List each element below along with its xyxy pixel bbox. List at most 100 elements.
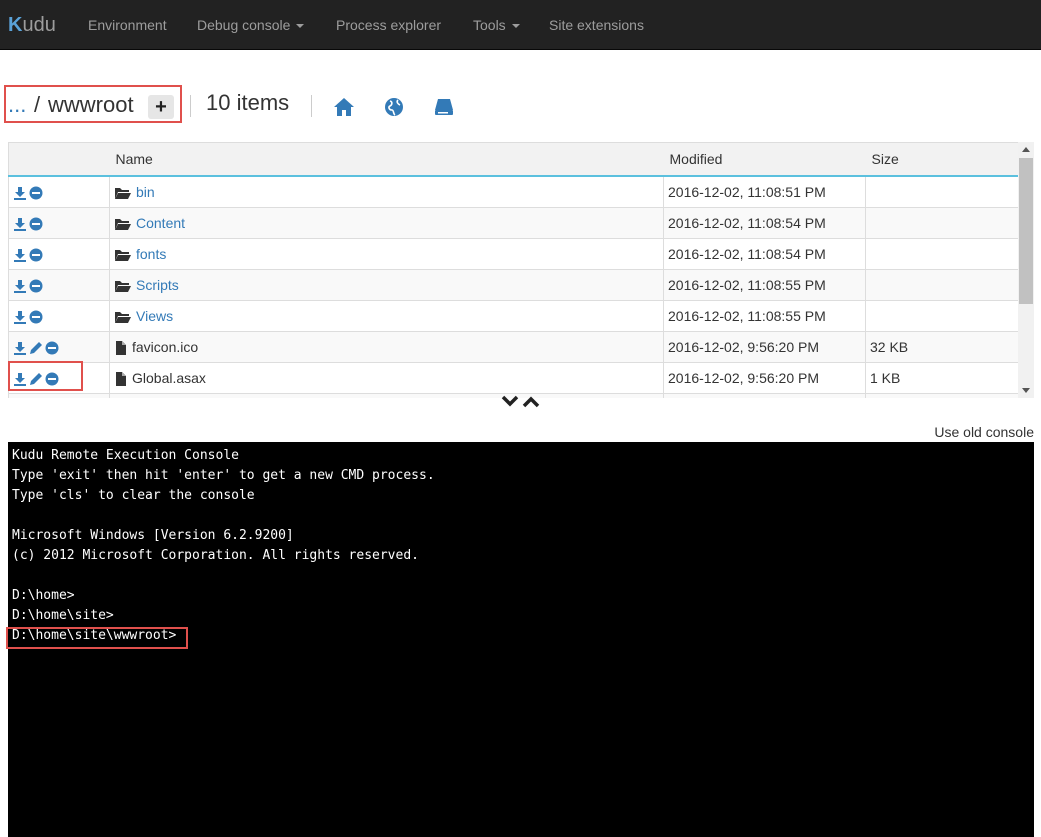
nav-process-explorer[interactable]: Process explorer — [336, 17, 441, 33]
download-icon[interactable] — [13, 248, 27, 263]
download-icon[interactable] — [13, 341, 27, 356]
actions-column-header — [8, 142, 110, 177]
folder-link[interactable]: bin — [136, 184, 155, 200]
divider — [311, 95, 312, 117]
row-name-cell: favicon.ico — [109, 331, 664, 363]
row-size-cell — [865, 300, 1018, 332]
folder-icon — [115, 250, 131, 262]
row-actions — [8, 300, 110, 332]
download-icon[interactable] — [13, 186, 27, 201]
drive-icon[interactable] — [434, 97, 454, 117]
row-modified-cell: 2016-12-02, 11:08:55 PM — [663, 269, 866, 301]
brand-text: udu — [22, 14, 56, 36]
row-size-cell — [865, 176, 1018, 208]
top-navbar: Kudu Environment Debug console Process e… — [0, 0, 1041, 50]
breadcrumb-parent-link[interactable]: ... — [8, 92, 26, 118]
row-modified-cell: 2016-12-02, 11:08:54 PM — [663, 238, 866, 270]
console-line: Type 'cls' to clear the console — [12, 488, 255, 503]
row-modified-cell: 2016-12-02, 9:56:20 PM — [663, 331, 866, 363]
console-line: Type 'exit' then hit 'enter' to get a ne… — [12, 468, 435, 483]
scroll-thumb[interactable] — [1019, 158, 1033, 304]
edit-icon[interactable] — [29, 341, 43, 355]
row-size-cell — [865, 238, 1018, 270]
table-header-row: Name Modified Size — [8, 142, 1018, 177]
console-line: D:\home\site> — [12, 608, 114, 623]
row-actions — [8, 176, 110, 208]
name-column-header[interactable]: Name — [109, 142, 664, 177]
folder-icon — [115, 312, 131, 324]
folder-link[interactable]: Scripts — [136, 277, 179, 293]
use-old-console-link[interactable]: Use old console — [934, 424, 1034, 440]
console-line: D:\home> — [12, 588, 75, 603]
folder-icon — [115, 188, 131, 200]
row-modified-cell: 2016-12-02, 11:08:54 PM — [663, 207, 866, 239]
folder-link[interactable]: fonts — [136, 246, 166, 262]
row-actions — [8, 207, 110, 239]
row-size-cell — [865, 207, 1018, 239]
delete-icon[interactable] — [29, 217, 43, 231]
download-icon[interactable] — [13, 279, 27, 294]
file-icon — [116, 372, 126, 387]
row-modified-cell: 2016-12-02, 11:08:55 PM — [663, 300, 866, 332]
row-name-cell: Content — [109, 207, 664, 239]
breadcrumb: ... / wwwroot + 10 items — [0, 85, 1041, 125]
folder-icon — [115, 219, 131, 231]
delete-icon[interactable] — [29, 279, 43, 293]
row-name-cell: fonts — [109, 238, 664, 270]
nav-site-extensions[interactable]: Site extensions — [549, 17, 644, 33]
item-count: 10 items — [206, 90, 290, 115]
row-size-cell: 32 KB — [865, 331, 1018, 363]
delete-icon[interactable] — [29, 248, 43, 262]
size-column-header[interactable]: Size — [865, 142, 1018, 177]
scroll-down-arrow-icon[interactable] — [1022, 388, 1030, 393]
table-row: Content 2016-12-02, 11:08:54 PM — [8, 207, 1018, 239]
globe-icon[interactable] — [384, 97, 404, 117]
download-icon[interactable] — [13, 217, 27, 232]
folder-link[interactable]: Content — [136, 215, 185, 231]
kudu-logo[interactable]: Kudu — [8, 14, 56, 37]
table-row: Scripts 2016-12-02, 11:08:55 PM — [8, 269, 1018, 301]
prompt-highlight — [6, 627, 188, 649]
row-name-cell: bin — [109, 176, 664, 208]
row-name-cell: Global.asax — [109, 362, 664, 394]
folder-icon — [115, 281, 131, 293]
table-scrollbar[interactable] — [1018, 142, 1034, 398]
delete-icon[interactable] — [29, 310, 43, 324]
add-item-button[interactable]: + — [148, 95, 174, 119]
table-row: Views 2016-12-02, 11:08:55 PM — [8, 300, 1018, 332]
table-row: bin 2016-12-02, 11:08:51 PM — [8, 176, 1018, 208]
delete-icon[interactable] — [29, 186, 43, 200]
file-table-container: Name Modified Size bin 2016-12-02, 11:08… — [8, 142, 1018, 398]
chevron-down-icon — [511, 24, 520, 29]
row-size-cell — [865, 269, 1018, 301]
file-link[interactable]: Global.asax — [132, 370, 206, 386]
nav-debug-console[interactable]: Debug console — [197, 17, 305, 33]
modified-column-header[interactable]: Modified — [663, 142, 866, 177]
row-modified-cell: 2016-12-02, 11:08:51 PM — [663, 176, 866, 208]
divider — [190, 95, 191, 117]
brand-k: K — [8, 14, 23, 36]
scroll-up-arrow-icon[interactable] — [1022, 147, 1030, 152]
row-actions — [8, 238, 110, 270]
nav-environment[interactable]: Environment — [88, 17, 167, 33]
row-actions-highlight — [8, 361, 83, 391]
folder-link[interactable]: Views — [136, 308, 173, 324]
row-size-cell: 1 KB — [865, 362, 1018, 394]
chevron-down-icon — [501, 395, 519, 407]
file-table: Name Modified Size bin 2016-12-02, 11:08… — [8, 142, 1018, 398]
console-line: Microsoft Windows [Version 6.2.9200] — [12, 528, 294, 543]
table-row: favicon.ico 2016-12-02, 9:56:20 PM 32 KB — [8, 331, 1018, 363]
delete-icon[interactable] — [45, 341, 59, 355]
row-modified-cell: 2016-12-02, 9:56:20 PM — [663, 362, 866, 394]
file-icon — [116, 341, 126, 356]
row-name-cell: Views — [109, 300, 664, 332]
table-row: Global.asax 2016-12-02, 9:56:20 PM 1 KB — [8, 362, 1018, 394]
table-row: fonts 2016-12-02, 11:08:54 PM — [8, 238, 1018, 270]
breadcrumb-current: wwwroot — [48, 92, 134, 117]
file-link[interactable]: favicon.ico — [132, 339, 198, 355]
download-icon[interactable] — [13, 310, 27, 325]
nav-tools[interactable]: Tools — [473, 17, 520, 33]
resize-handle[interactable] — [501, 394, 541, 410]
console-line: Kudu Remote Execution Console — [12, 448, 239, 463]
home-icon[interactable] — [333, 97, 355, 117]
